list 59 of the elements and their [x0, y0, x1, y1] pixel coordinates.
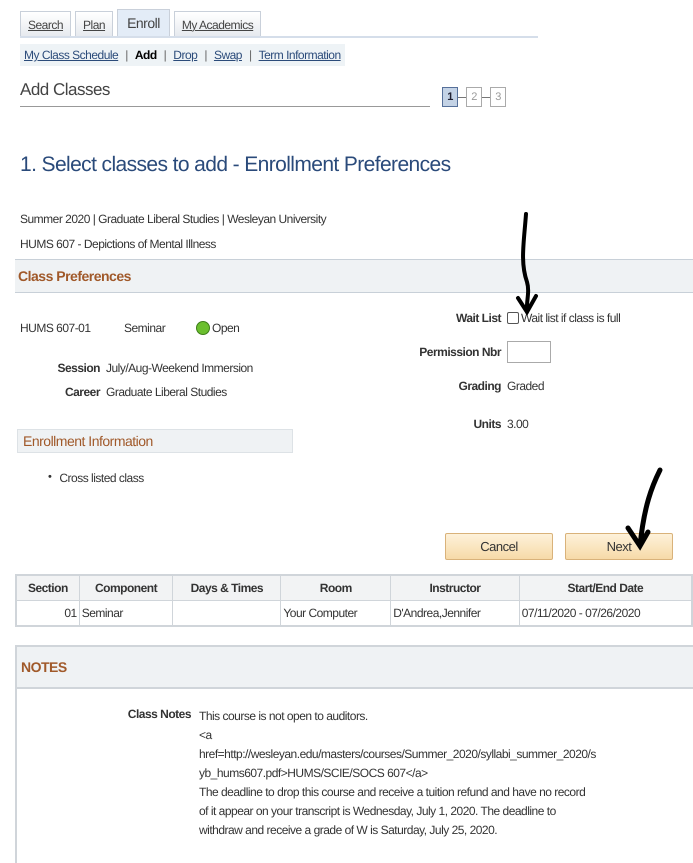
- field-value: 3.00: [507, 417, 530, 431]
- section-header: Class Preferences: [15, 259, 693, 293]
- step-indicator: 1: [442, 87, 458, 107]
- field-label: Units: [472, 417, 502, 431]
- table-cell: Seminar: [79, 600, 173, 626]
- note-text: This course is not open to auditors.: [199, 708, 369, 725]
- field-label: Session: [56, 361, 101, 375]
- checkbox[interactable]: [507, 312, 519, 324]
- column-header: Component: [79, 575, 173, 600]
- note-text: href=http://wesleyan.edu/masters/courses/Summer_2020/syllabi_summer_2020/s: [199, 746, 596, 763]
- sub-nav-link[interactable]: Drop: [173, 48, 198, 62]
- note-text: yb_hums607.pdf>HUMS/SCIE/SOCS 607</a>: [199, 765, 429, 782]
- field-value: Graduate Liberal Studies: [106, 385, 227, 399]
- column-header: Start/End Date: [519, 575, 692, 600]
- field-label: Wait List: [454, 311, 502, 325]
- step-indicator: 3: [490, 87, 506, 107]
- note-text: <a: [199, 727, 214, 744]
- note-text: of it appear on your transcript is Wednesday, July 1, 2020. The deadline to: [199, 803, 557, 820]
- field-label: Class Notes: [126, 707, 192, 723]
- field-value: Graded: [507, 379, 546, 393]
- nav-tab[interactable]: Search: [20, 11, 72, 36]
- section-heading: 1. Select classes to add - Enrollment Preferences: [20, 153, 452, 177]
- section-header: NOTES: [17, 647, 693, 689]
- sub-nav-link[interactable]: Add: [134, 48, 157, 62]
- nav-tab[interactable]: My Academics: [174, 11, 262, 36]
- bullet: •: [48, 471, 52, 485]
- separator: |: [248, 48, 252, 62]
- column-header: Section: [16, 575, 80, 600]
- note-text: The deadline to drop this course and receive a tuition refund and have no record: [199, 784, 586, 801]
- class-number: HUMS 607-01: [20, 321, 92, 335]
- nav-tab[interactable]: Enroll: [117, 9, 170, 36]
- column-header: Instructor: [390, 575, 520, 600]
- field-label: Career: [64, 385, 102, 399]
- action-button[interactable]: Next: [565, 533, 673, 560]
- separator: |: [164, 48, 166, 62]
- input-field[interactable]: [507, 341, 551, 363]
- sub-nav-link[interactable]: Term Information: [258, 48, 341, 62]
- action-button[interactable]: Cancel: [445, 533, 553, 560]
- checkbox-label: Wait list if class is full: [521, 311, 620, 325]
- section-header: Enrollment Information: [17, 429, 293, 453]
- table-cell: Your Computer: [280, 600, 391, 626]
- page-title: Add Classes: [20, 80, 430, 107]
- sub-nav-link[interactable]: Swap: [214, 48, 242, 62]
- step-indicator: 2: [466, 87, 482, 107]
- list-item: Cross listed class: [59, 471, 144, 485]
- course-title: HUMS 607 - Depictions of Mental Illness: [20, 236, 217, 253]
- term-info: Summer 2020 | Graduate Liberal Studies | Wesleyan University: [20, 211, 328, 228]
- note-text: withdraw and receive a grade of W is Saturday, July 25, 2020.: [199, 822, 498, 839]
- separator: |: [204, 48, 207, 62]
- field-label: Permission Nbr: [418, 345, 502, 359]
- separator: |: [125, 48, 128, 62]
- column-header: Days & Times: [172, 575, 281, 600]
- column-header: Room: [280, 575, 391, 600]
- field-value: July/Aug-Weekend Immersion: [106, 361, 253, 375]
- nav-tab[interactable]: Plan: [75, 11, 114, 36]
- status-text: Open: [212, 321, 240, 335]
- field-label: Grading: [457, 379, 502, 393]
- sub-nav-link[interactable]: My Class Schedule: [24, 48, 118, 62]
- component: Seminar: [124, 321, 166, 335]
